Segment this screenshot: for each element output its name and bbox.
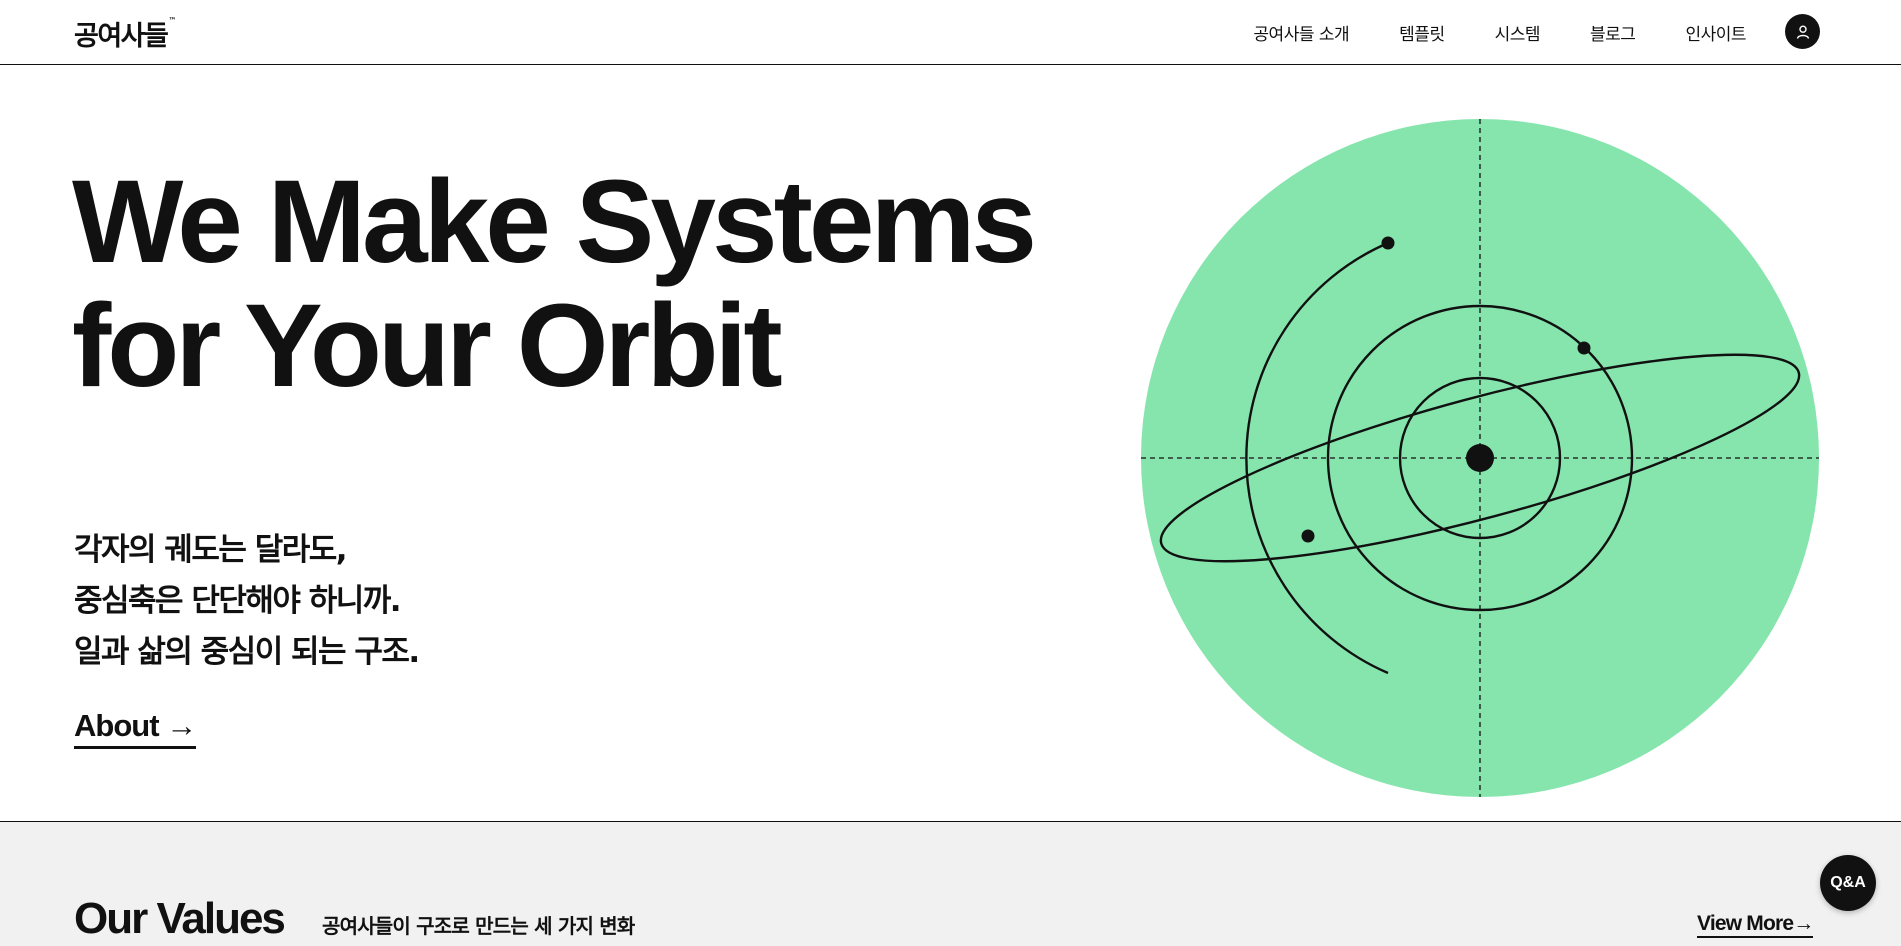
view-more-link[interactable]: View More→: [1697, 912, 1814, 938]
values-subtitle: 공여사들이 구조로 만드는 세 가지 변화: [322, 914, 635, 938]
nav-item-systems[interactable]: 시스템: [1495, 20, 1541, 45]
nav-item-templates[interactable]: 템플릿: [1399, 20, 1445, 45]
trademark-mark: ™: [168, 16, 177, 25]
hero-subtitle-line-2: 중심축은 단단해야 하니까.: [74, 583, 402, 619]
qa-button[interactable]: Q&A: [1820, 855, 1876, 911]
logo[interactable]: 공여사들™: [74, 14, 177, 53]
about-link[interactable]: About →: [74, 708, 197, 749]
hero-title-line-2: for Your Orbit: [72, 280, 783, 412]
main-nav: 공여사들 소개 템플릿 시스템 블로그 인사이트: [1253, 20, 1746, 45]
user-account-button[interactable]: [1785, 14, 1820, 49]
logo-text: 공여사들: [74, 21, 169, 52]
orbit-illustration: [1141, 119, 1819, 797]
orbit-satellite-1: [1381, 236, 1395, 250]
orbit-center-planet: [1466, 444, 1494, 472]
user-icon: [1796, 24, 1809, 39]
hero-subtitle: 각자의 궤도는 달라도, 중심축은 단단해야 하니까. 일과 삶의 중심이 되는…: [74, 525, 420, 678]
site-header: 공여사들™ 공여사들 소개 템플릿 시스템 블로그 인사이트: [0, 0, 1901, 65]
nav-item-about[interactable]: 공여사들 소개: [1253, 20, 1349, 45]
hero-title-line-1: We Make Systems: [72, 156, 1037, 288]
orbit-satellite-2: [1577, 341, 1591, 355]
orbit-satellite-3: [1301, 529, 1315, 543]
nav-item-insights[interactable]: 인사이트: [1685, 20, 1746, 45]
hero-subtitle-line-1: 각자의 궤도는 달라도,: [74, 532, 348, 568]
values-title: Our Values: [74, 894, 286, 943]
values-section: Our Values 공여사들이 구조로 만드는 세 가지 변화 View Mo…: [0, 821, 1901, 946]
hero-subtitle-line-3: 일과 삶의 중심이 되는 구조.: [74, 634, 420, 670]
nav-item-blog[interactable]: 블로그: [1590, 20, 1636, 45]
hero-title: We Make Systems for Your Orbit: [72, 160, 1037, 408]
